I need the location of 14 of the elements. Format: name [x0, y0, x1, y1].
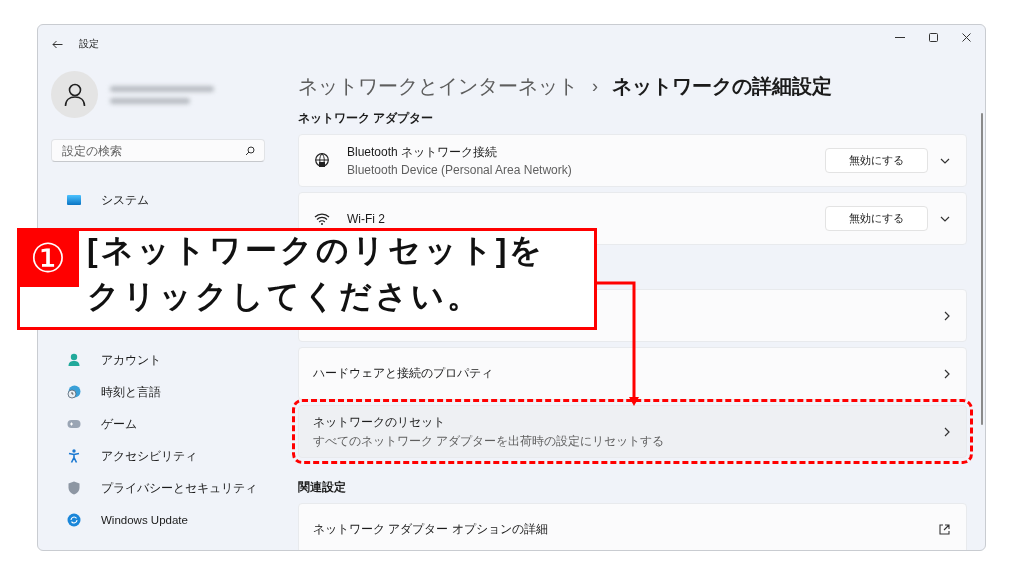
instruction-text: クリックしてください。 [87, 277, 483, 316]
page-title: ネットワークの詳細設定 [612, 73, 832, 99]
section-heading: ネットワーク アダプター [298, 111, 435, 126]
setting-title: Bluetooth ネットワーク接続 [347, 144, 499, 161]
window-title: 設定 [79, 37, 100, 51]
section-heading: 関連設定 [298, 480, 347, 495]
breadcrumb-separator: › [592, 75, 598, 97]
setting-title: ネットワーク アダプター オプションの詳細 [313, 521, 549, 538]
setting-description: すべてのネットワーク アダプターを出荷時の設定にリセットする [313, 432, 666, 450]
setting-description: Bluetooth Device (Personal Area Network) [347, 163, 573, 177]
setting-title: ネットワークのリセット [313, 413, 446, 431]
setting-title: ハードウェアと接続のプロパティ [313, 365, 494, 382]
setting-title: Wi-Fi 2 [347, 211, 386, 226]
step-number: ① [17, 228, 79, 287]
